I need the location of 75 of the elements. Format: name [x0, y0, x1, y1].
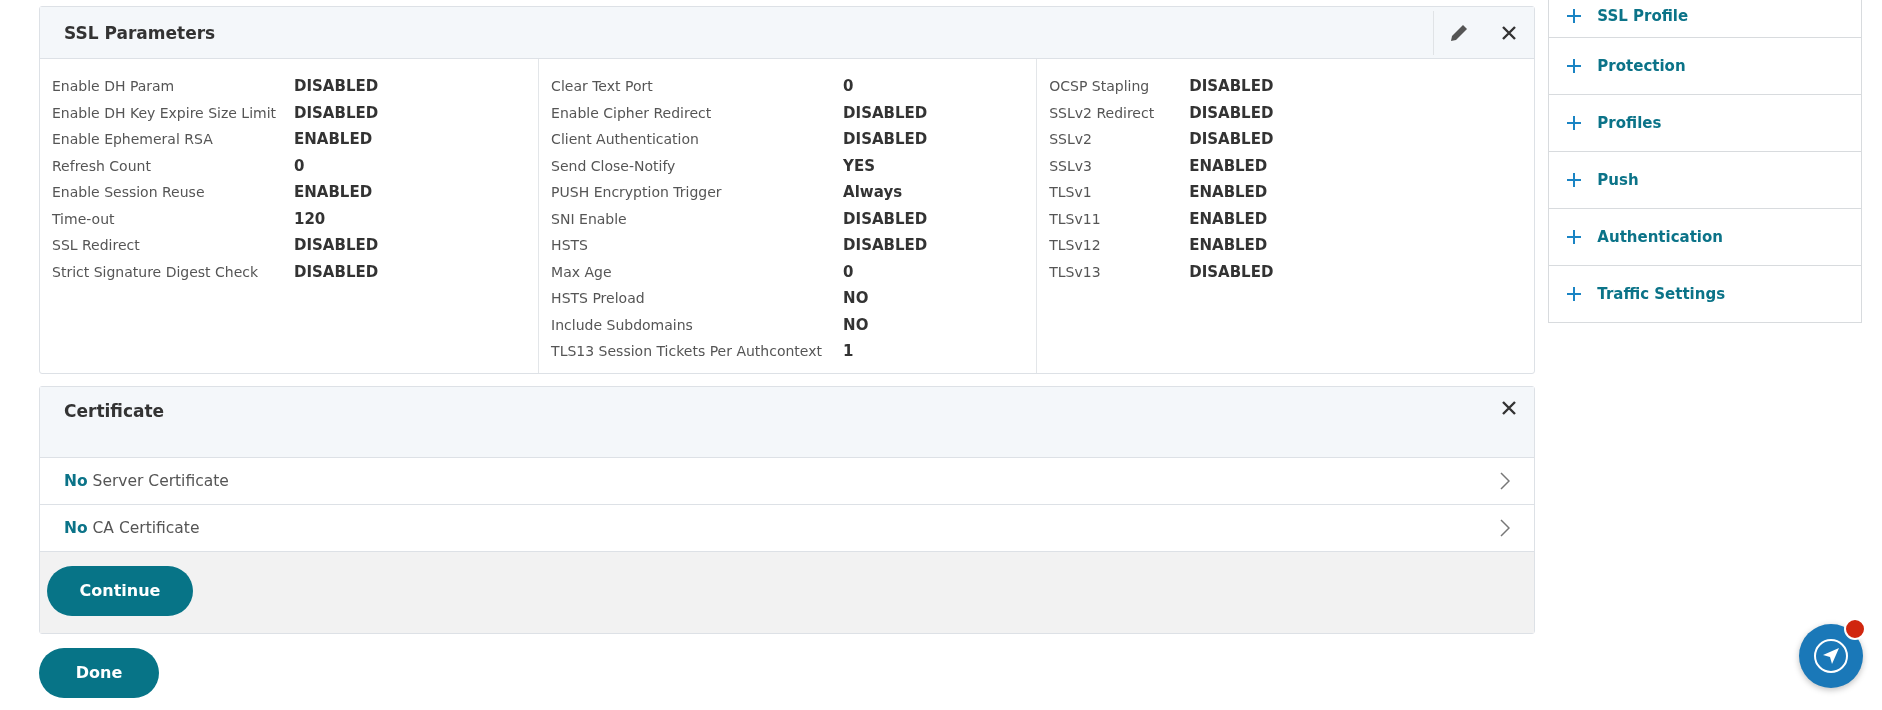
- parameter-label: TLSv13: [1049, 263, 1102, 280]
- parameter-label: Include Subdomains: [551, 316, 694, 333]
- parameter-label: Refresh Count: [52, 157, 152, 174]
- parameter-value: DISABLED: [294, 236, 380, 255]
- close-icon: [1502, 400, 1517, 415]
- parameter-label: SSLv2: [1049, 131, 1093, 148]
- parameter-label: HSTS Preload: [551, 290, 646, 307]
- parameter-value: NO: [843, 289, 870, 308]
- parameter-value: NO: [843, 315, 870, 334]
- parameter-label: Send Close-Notify: [551, 157, 677, 174]
- parameter-label: TLSv1: [1049, 184, 1093, 201]
- parameter-label: Enable Ephemeral RSA: [52, 131, 214, 148]
- parameter-value: ENABLED: [1189, 156, 1269, 175]
- parameter-value: DISABLED: [843, 130, 929, 149]
- parameter-value: DISABLED: [843, 236, 929, 255]
- parameter-value: ENABLED: [294, 130, 374, 149]
- parameter-label: HSTS: [551, 237, 589, 254]
- parameter-label: SSLv3: [1049, 157, 1093, 174]
- pencil-icon: [1449, 22, 1470, 43]
- notification-badge: [1844, 618, 1866, 640]
- parameter-label: Time-out: [52, 210, 116, 227]
- parameter-value: ENABLED: [1189, 209, 1269, 228]
- plus-icon: [1567, 59, 1582, 73]
- parameter-label: SNI Enable: [551, 210, 628, 227]
- parameter-value: 120: [294, 209, 327, 228]
- parameter-value: 0: [843, 77, 855, 96]
- done-button[interactable]: Done: [39, 647, 159, 698]
- parameter-value: DISABLED: [1189, 130, 1275, 149]
- parameter-value: ENABLED: [1189, 236, 1269, 255]
- parameter-value: 1: [843, 342, 855, 361]
- parameter-label: OCSP Stapling: [1049, 78, 1151, 95]
- plus-icon: [1567, 116, 1582, 130]
- parameter-label: PUSH Encryption Trigger: [551, 184, 723, 201]
- parameter-label: SSLv2 Redirect: [1049, 104, 1156, 121]
- chevron-right-icon: [1500, 518, 1511, 537]
- parameter-label: Max Age: [551, 263, 613, 280]
- parameter-value: 0: [294, 156, 306, 175]
- parameter-label: TLSv12: [1049, 237, 1102, 254]
- parameter-label: Enable DH Key Expire Size Limit: [52, 104, 278, 121]
- parameter-value: ENABLED: [1189, 183, 1269, 202]
- parameter-value: Always: [843, 183, 904, 202]
- parameter-value: 0: [843, 262, 855, 281]
- parameter-label: Enable DH Param: [52, 78, 176, 95]
- parameter-label: Enable Cipher Redirect: [551, 104, 713, 121]
- continue-button[interactable]: Continue: [47, 565, 193, 616]
- parameter-label: Clear Text Port: [551, 78, 654, 95]
- plus-icon: [1567, 287, 1582, 301]
- parameter-value: ENABLED: [294, 183, 374, 202]
- close-icon: [1502, 25, 1517, 40]
- chevron-right-icon: [1500, 471, 1511, 490]
- plus-icon: [1567, 173, 1582, 187]
- panel-title: SSL Parameters: [63, 22, 217, 43]
- parameter-label: TLS13 Session Tickets Per Authcontext: [551, 343, 823, 360]
- certificate-row[interactable]: No CA Certificate: [40, 504, 1535, 552]
- parameter-value: DISABLED: [1189, 77, 1275, 96]
- parameter-label: Client Authentication: [551, 131, 700, 148]
- parameter-value: YES: [843, 156, 877, 175]
- certificate-text: No Server Certificate: [64, 471, 229, 490]
- navigation-button[interactable]: [1799, 624, 1863, 688]
- parameter-value: DISABLED: [843, 103, 929, 122]
- certificate-text: No CA Certificate: [64, 518, 200, 537]
- parameter-label: Enable Session Reuse: [52, 184, 206, 201]
- plus-icon: [1567, 230, 1582, 244]
- parameter-value: DISABLED: [1189, 262, 1275, 281]
- plus-icon: [1567, 8, 1582, 23]
- parameter-value: DISABLED: [294, 262, 380, 281]
- parameter-value: DISABLED: [294, 103, 380, 122]
- parameter-label: TLSv11: [1049, 210, 1102, 227]
- panel-title: Certificate: [63, 399, 166, 421]
- certificate-row[interactable]: No Server Certificate: [40, 457, 1535, 505]
- parameter-label: Strict Signature Digest Check: [52, 263, 260, 280]
- parameter-label: SSL Redirect: [52, 237, 141, 254]
- parameter-value: DISABLED: [1189, 103, 1275, 122]
- parameter-value: DISABLED: [843, 209, 929, 228]
- parameter-value: DISABLED: [294, 77, 380, 96]
